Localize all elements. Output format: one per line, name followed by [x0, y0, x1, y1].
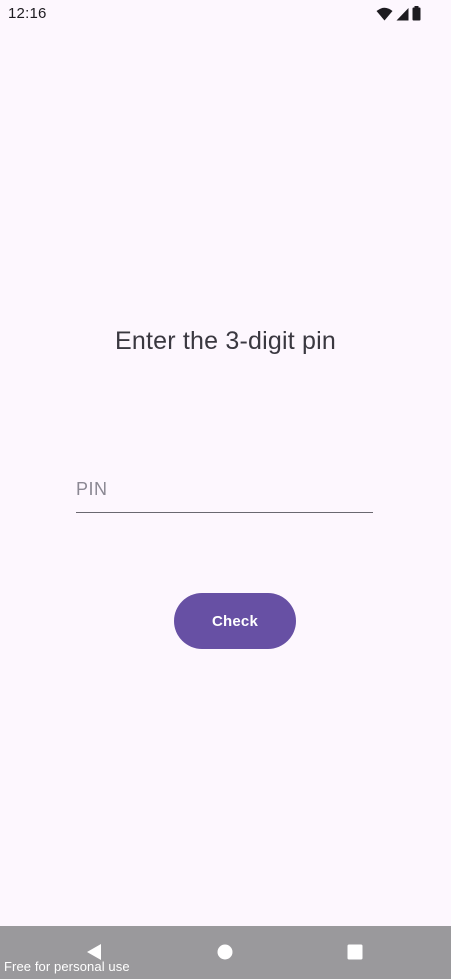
- check-button[interactable]: Check: [174, 593, 296, 649]
- wifi-icon: [376, 7, 393, 21]
- status-time: 12:16: [8, 5, 47, 22]
- status-icons: [376, 6, 421, 21]
- watermark: Free for personal use: [4, 959, 130, 974]
- recents-button[interactable]: [341, 940, 369, 968]
- pin-field[interactable]: [76, 466, 373, 513]
- recents-icon: [347, 944, 363, 965]
- status-bar: 12:16: [0, 0, 451, 28]
- home-button[interactable]: [211, 940, 239, 968]
- cell-signal-icon: [396, 7, 409, 21]
- pin-input[interactable]: [76, 472, 373, 506]
- page-title: Enter the 3-digit pin: [115, 327, 336, 355]
- home-icon: [217, 944, 233, 965]
- battery-icon: [412, 6, 421, 21]
